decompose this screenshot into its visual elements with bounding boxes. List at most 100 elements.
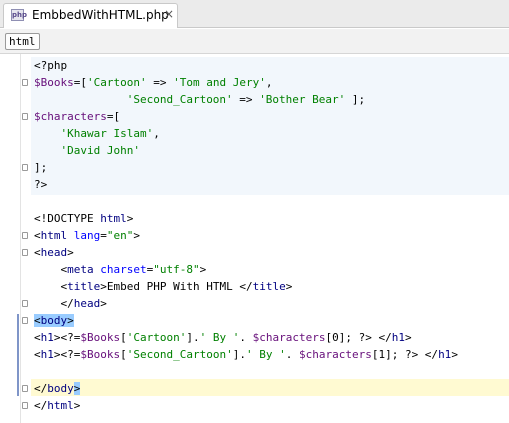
code-token: ' By ' — [199, 331, 240, 344]
code-line[interactable]: 'Khawar Islam', — [34, 125, 160, 142]
code-token: <!DOCTYPE — [34, 212, 101, 225]
code-line[interactable]: <html lang="en"> — [34, 227, 140, 244]
code-token: 'David John' — [60, 144, 140, 157]
fold-marker-icon[interactable] — [22, 249, 28, 256]
code-token: title — [67, 280, 101, 293]
code-token: [ — [120, 348, 127, 361]
code-token: html — [100, 212, 127, 225]
code-line[interactable]: ?> — [34, 176, 47, 193]
code-token: h1 — [40, 348, 54, 361]
code-token: < — [34, 280, 68, 293]
code-token: , — [265, 76, 273, 89]
php-file-icon: php — [11, 9, 28, 21]
code-token: , — [153, 127, 160, 140]
code-token: 'Bother Bear' — [259, 93, 346, 106]
code-token: > — [199, 263, 207, 276]
code-line[interactable]: 'Second_Cartoon' => 'Bother Bear' ]; — [34, 91, 365, 108]
code-token: ]; — [34, 161, 48, 174]
code-line[interactable]: $Books=['Cartoon' => 'Tom and Jery', — [34, 74, 272, 91]
code-token: ><?= — [53, 348, 81, 361]
code-token: > — [67, 314, 74, 327]
code-token: . — [285, 348, 299, 361]
code-line[interactable]: <h1><?=$Books['Cartoon'].' By '. $charac… — [34, 329, 412, 346]
code-token: 'Khawar Islam' — [60, 127, 154, 140]
breadcrumb-bar: html — [0, 29, 509, 54]
current-line-highlight — [31, 379, 509, 396]
code-token: head — [73, 297, 101, 310]
scope-indicator — [17, 314, 19, 396]
code-token: > — [73, 382, 81, 395]
code-token: [1]; ?> </ — [371, 348, 439, 361]
code-token: ]. — [186, 331, 200, 344]
code-token: $Books — [34, 76, 74, 89]
code-token: ]; — [345, 93, 366, 106]
code-token: "en" — [106, 229, 134, 242]
code-token: =[ — [73, 76, 87, 89]
code-token: h1 — [438, 348, 452, 361]
code-token: $characters — [34, 110, 107, 123]
code-token: => — [232, 93, 260, 106]
code-token: ]. — [232, 348, 246, 361]
code-token: < — [34, 348, 41, 361]
fold-marker-icon[interactable] — [22, 164, 28, 171]
code-token: > — [133, 229, 140, 242]
code-line[interactable]: <meta charset="utf-8"> — [34, 261, 206, 278]
file-tab[interactable]: php EmbbedWithHTML.php × — [3, 3, 178, 28]
code-token: $Books — [80, 348, 121, 361]
code-token: > — [404, 331, 412, 344]
code-token: >Embed PHP With HTML </ — [100, 280, 253, 293]
code-token: < — [34, 229, 41, 242]
code-token: < — [34, 263, 68, 276]
code-line[interactable]: 'David John' — [34, 142, 140, 159]
code-line[interactable]: <?php — [34, 57, 67, 74]
code-token: ><?= — [53, 331, 81, 344]
fold-marker-icon[interactable] — [22, 402, 28, 409]
code-editor[interactable]: <?php $Books=['Cartoon' => 'Tom and Jery'… — [0, 54, 509, 423]
code-line[interactable]: <body> — [34, 312, 74, 329]
code-line[interactable]: <head> — [34, 244, 74, 261]
code-line[interactable]: <h1><?=$Books['Second_Cartoon'].' By '. … — [34, 346, 458, 363]
code-token: => — [146, 76, 174, 89]
code-token: </ — [34, 382, 48, 395]
code-token: head — [40, 246, 68, 259]
code-token: > — [100, 297, 107, 310]
code-token: $Books — [80, 331, 121, 344]
code-token: > — [67, 246, 74, 259]
code-line[interactable]: </head> — [34, 295, 107, 312]
code-token: 'Second_Cartoon' — [126, 93, 233, 106]
code-token: 'Tom and Jery' — [173, 76, 266, 89]
code-line[interactable]: <title>Embed PHP With HTML </title> — [34, 278, 292, 295]
gutter-divider — [20, 54, 21, 423]
code-token: . — [239, 331, 253, 344]
code-line[interactable]: $characters=[ — [34, 108, 120, 125]
code-line[interactable]: </body> — [34, 380, 81, 397]
code-token: h1 — [40, 331, 54, 344]
editor-tab-bar: php EmbbedWithHTML.php × — [0, 0, 509, 28]
code-token: ' By ' — [245, 348, 286, 361]
breadcrumb-item-html[interactable]: html — [5, 33, 40, 50]
code-token: h1 — [391, 331, 405, 344]
fold-marker-icon[interactable] — [22, 79, 28, 86]
code-token: title — [252, 280, 286, 293]
code-line[interactable]: </html> — [34, 397, 80, 414]
fold-marker-icon[interactable] — [22, 317, 28, 324]
code-token: > — [451, 348, 458, 361]
code-token: > — [126, 212, 134, 225]
code-token: "utf-8" — [153, 263, 200, 276]
code-token: </ — [34, 297, 74, 310]
fold-marker-icon[interactable] — [22, 113, 28, 120]
close-icon[interactable]: × — [164, 7, 174, 21]
code-token: [0]; ?> </ — [325, 331, 392, 344]
code-line[interactable]: <!DOCTYPE html> — [34, 210, 133, 227]
fold-marker-icon[interactable] — [22, 232, 28, 239]
code-token: > — [73, 399, 81, 412]
code-line[interactable]: ]; — [34, 159, 47, 176]
fold-marker-icon[interactable] — [22, 300, 28, 307]
code-token: html — [40, 229, 74, 242]
code-token: > — [285, 280, 293, 293]
code-token: = — [100, 229, 107, 242]
fold-marker-icon[interactable] — [22, 385, 28, 392]
code-token: meta — [67, 263, 101, 276]
